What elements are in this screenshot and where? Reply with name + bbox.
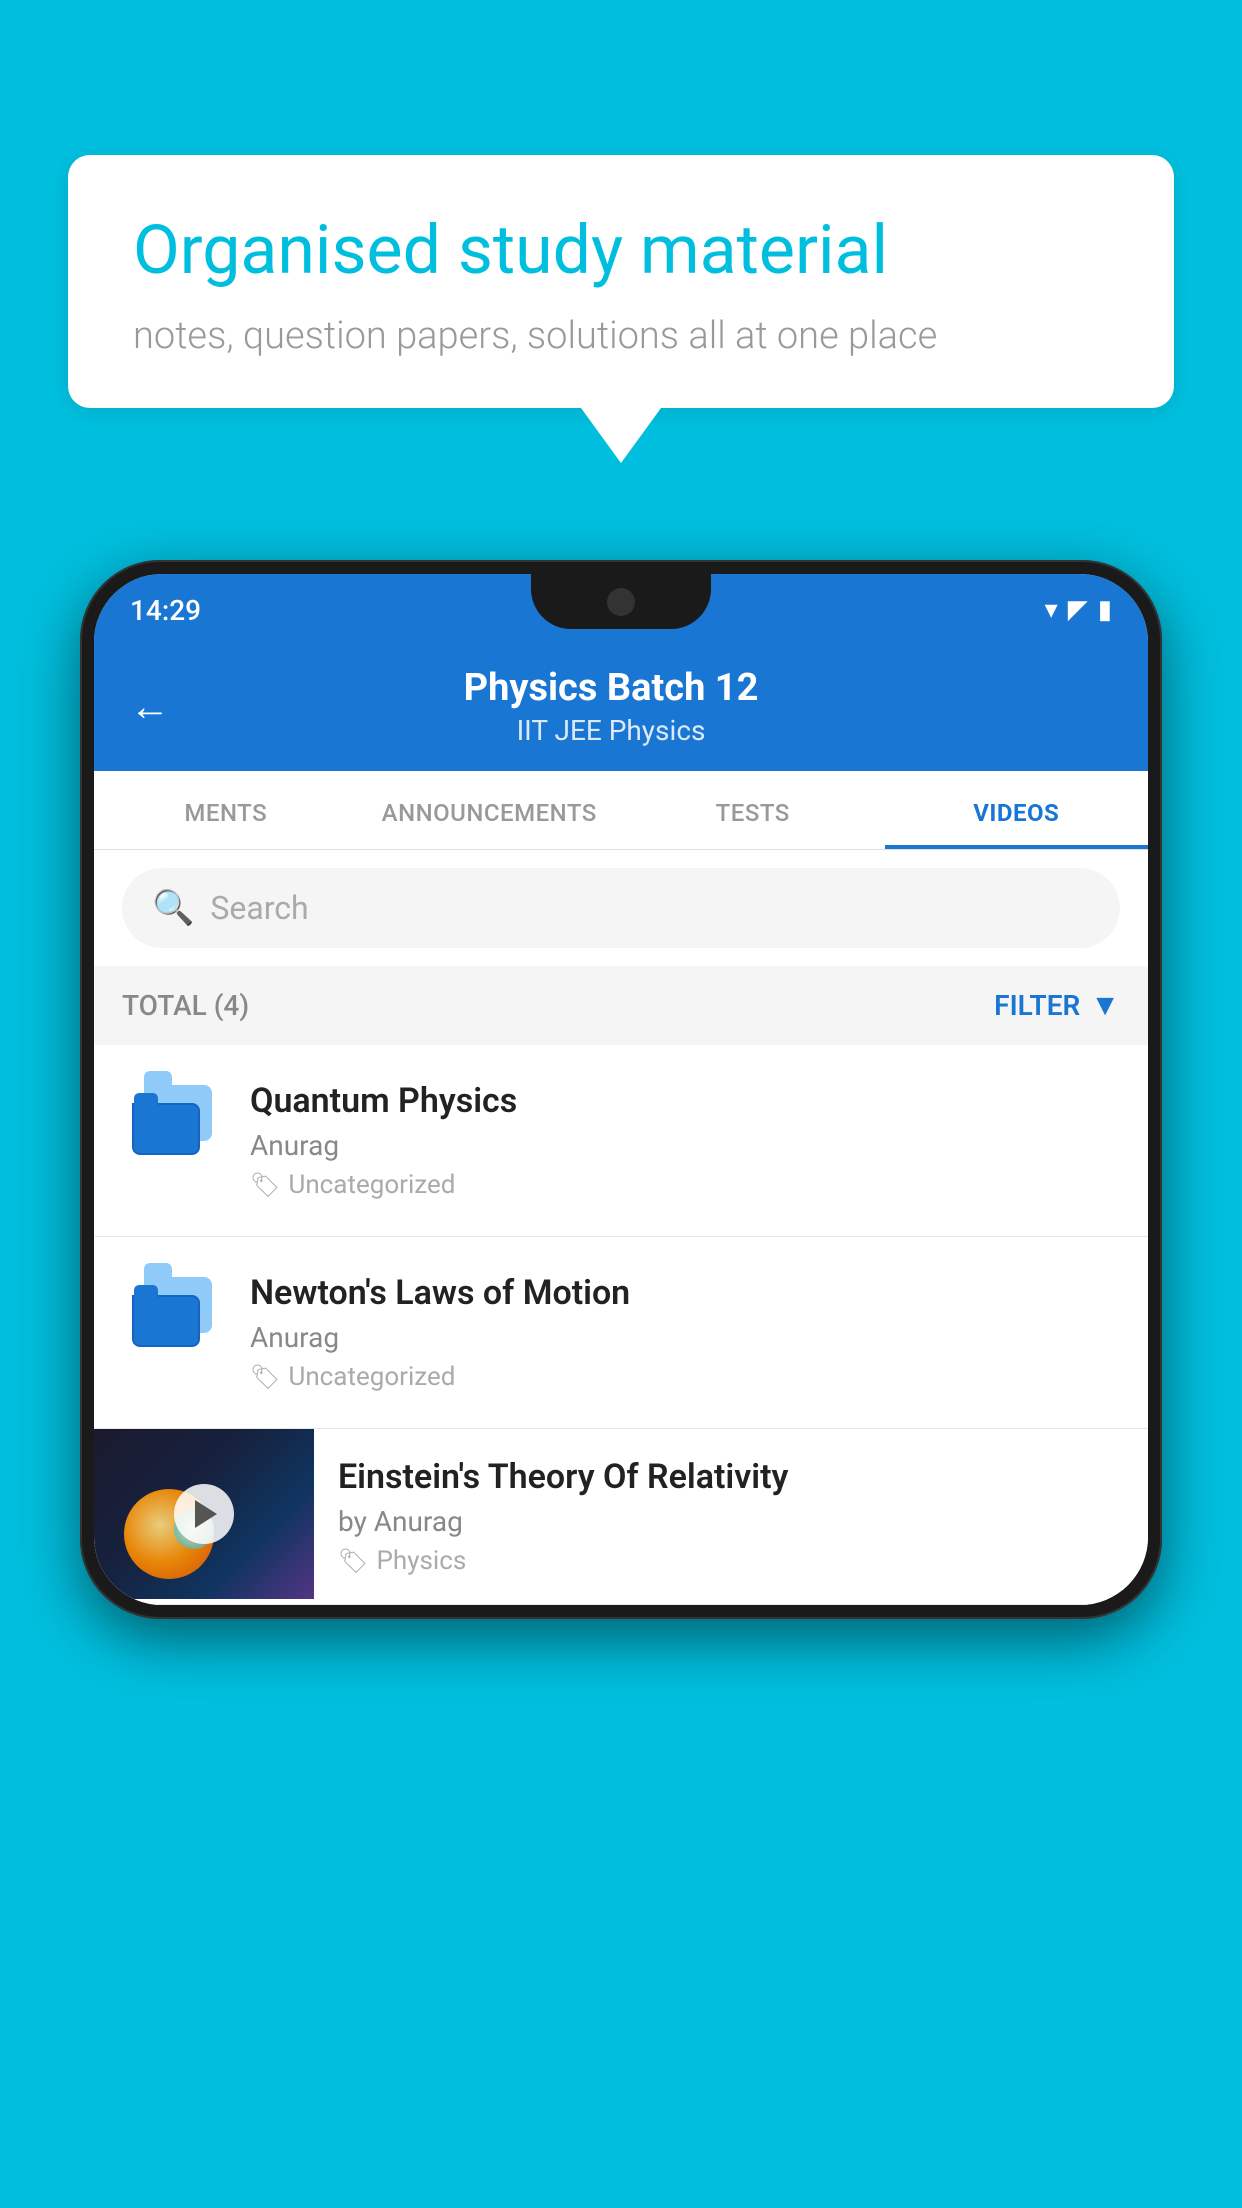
filter-bar: TOTAL (4) FILTER ▼ bbox=[94, 966, 1148, 1045]
video-tag: 🏷 Uncategorized bbox=[250, 1170, 1120, 1200]
filter-funnel-icon: ▼ bbox=[1090, 988, 1120, 1023]
folder-front bbox=[132, 1295, 200, 1347]
tag-label: Uncategorized bbox=[288, 1170, 455, 1200]
phone-inner: 14:29 ▾ ◤ ▮ ← Physics Batch 12 IIT JEE P… bbox=[94, 574, 1148, 1605]
total-count-label: TOTAL (4) bbox=[122, 989, 249, 1022]
folder-icon-wrap bbox=[122, 1273, 222, 1347]
filter-label: FILTER bbox=[994, 989, 1080, 1022]
phone-outer: 14:29 ▾ ◤ ▮ ← Physics Batch 12 IIT JEE P… bbox=[80, 560, 1162, 1619]
tabs-bar: MENTS ANNOUNCEMENTS TESTS VIDEOS bbox=[94, 771, 1148, 850]
list-item[interactable]: Newton's Laws of Motion Anurag 🏷 Uncateg… bbox=[94, 1237, 1148, 1429]
video-author: Anurag bbox=[250, 1321, 1120, 1354]
phone-wrapper: 14:29 ▾ ◤ ▮ ← Physics Batch 12 IIT JEE P… bbox=[80, 560, 1162, 2208]
tag-icon: 🏷 bbox=[250, 1363, 280, 1391]
play-triangle-icon bbox=[195, 1500, 217, 1528]
status-icons: ▾ ◤ ▮ bbox=[1045, 595, 1112, 625]
video-tag: 🏷 Uncategorized bbox=[250, 1362, 1120, 1392]
battery-icon: ▮ bbox=[1098, 595, 1112, 625]
folder-front bbox=[132, 1103, 200, 1155]
video-author: by Anurag bbox=[338, 1505, 1120, 1538]
video-thumbnail bbox=[94, 1429, 314, 1599]
search-placeholder-text: Search bbox=[210, 889, 308, 927]
video-info: Newton's Laws of Motion Anurag 🏷 Uncateg… bbox=[250, 1273, 1120, 1392]
list-item[interactable]: Einstein's Theory Of Relativity by Anura… bbox=[94, 1429, 1148, 1605]
video-info: Einstein's Theory Of Relativity by Anura… bbox=[314, 1429, 1148, 1604]
search-input[interactable]: 🔍 Search bbox=[122, 868, 1120, 948]
video-author: Anurag bbox=[250, 1129, 1120, 1162]
camera-icon bbox=[607, 588, 635, 616]
tab-ments[interactable]: MENTS bbox=[94, 771, 358, 849]
signal-icon: ◤ bbox=[1068, 595, 1088, 625]
list-item[interactable]: Quantum Physics Anurag 🏷 Uncategorized bbox=[94, 1045, 1148, 1237]
back-button[interactable]: ← bbox=[130, 687, 170, 727]
video-title: Einstein's Theory Of Relativity bbox=[338, 1457, 1120, 1497]
status-bar: 14:29 ▾ ◤ ▮ bbox=[94, 574, 1148, 646]
video-title: Newton's Laws of Motion bbox=[250, 1273, 1120, 1313]
tag-icon: 🏷 bbox=[338, 1547, 368, 1575]
status-time: 14:29 bbox=[130, 594, 201, 627]
tab-tests[interactable]: TESTS bbox=[621, 771, 885, 849]
app-bar-title-block: Physics Batch 12 IIT JEE Physics bbox=[198, 666, 1024, 747]
search-container: 🔍 Search bbox=[94, 850, 1148, 966]
tag-label: Uncategorized bbox=[288, 1362, 455, 1392]
tab-videos[interactable]: VIDEOS bbox=[885, 771, 1149, 849]
video-title: Quantum Physics bbox=[250, 1081, 1120, 1121]
speech-bubble-subtitle: notes, question papers, solutions all at… bbox=[133, 314, 1109, 358]
tag-icon: 🏷 bbox=[250, 1171, 280, 1199]
speech-bubble-tail bbox=[581, 408, 661, 463]
app-bar: ← Physics Batch 12 IIT JEE Physics bbox=[94, 646, 1148, 771]
folder-icon-wrap bbox=[122, 1081, 222, 1155]
video-list: Quantum Physics Anurag 🏷 Uncategorized bbox=[94, 1045, 1148, 1605]
folder-icon bbox=[132, 1085, 212, 1155]
speech-bubble: Organised study material notes, question… bbox=[68, 155, 1174, 408]
video-info: Quantum Physics Anurag 🏷 Uncategorized bbox=[250, 1081, 1120, 1200]
tag-label: Physics bbox=[376, 1546, 466, 1576]
wifi-icon: ▾ bbox=[1045, 595, 1058, 625]
folder-icon bbox=[132, 1277, 212, 1347]
video-tag: 🏷 Physics bbox=[338, 1546, 1120, 1576]
tab-announcements[interactable]: ANNOUNCEMENTS bbox=[358, 771, 622, 849]
speech-bubble-title: Organised study material bbox=[133, 210, 1109, 292]
app-bar-subtitle: IIT JEE Physics bbox=[198, 714, 1024, 747]
search-icon: 🔍 bbox=[152, 888, 194, 928]
speech-bubble-container: Organised study material notes, question… bbox=[68, 155, 1174, 463]
app-bar-title: Physics Batch 12 bbox=[198, 666, 1024, 710]
notch bbox=[531, 574, 711, 629]
filter-button[interactable]: FILTER ▼ bbox=[994, 988, 1120, 1023]
play-button[interactable] bbox=[174, 1484, 234, 1544]
